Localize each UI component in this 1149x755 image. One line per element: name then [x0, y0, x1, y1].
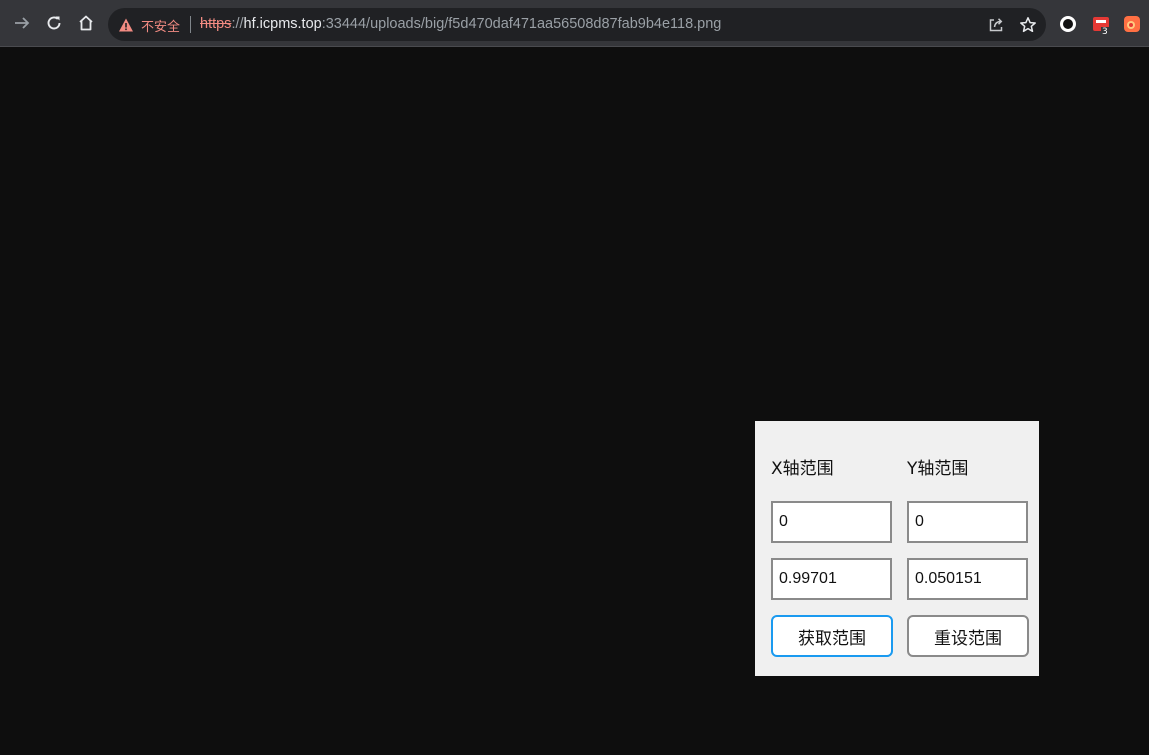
share-icon[interactable] — [987, 16, 1005, 34]
get-range-button[interactable]: 获取范围 — [771, 615, 893, 657]
url-scheme: https — [200, 16, 232, 32]
star-icon[interactable] — [1019, 16, 1037, 34]
url-scheme-separator: :// — [231, 16, 244, 32]
home-icon — [79, 15, 93, 31]
circle-extension-icon[interactable] — [1059, 15, 1077, 33]
warning-icon[interactable] — [118, 17, 134, 33]
home-button[interactable] — [74, 11, 98, 35]
browser-toolbar: 不安全 https://hf.icpms.top:33444/uploads/b… — [0, 0, 1149, 47]
reload-button[interactable] — [42, 11, 66, 35]
orange-extension-icon[interactable] — [1123, 15, 1141, 33]
omnibox-separator — [190, 16, 191, 33]
forward-button[interactable] — [10, 11, 34, 35]
url-path: :33444/uploads/big/f5d470daf471aa56508d8… — [321, 16, 722, 32]
security-status[interactable]: 不安全 — [141, 16, 180, 35]
x-axis-range-label: X轴范围 — [771, 459, 834, 479]
arrow-right-icon — [15, 17, 30, 29]
y-min-input[interactable] — [907, 501, 1028, 543]
extension-badge: 3 — [1101, 27, 1109, 37]
url-host: hf.icpms.top — [243, 16, 322, 32]
reload-icon — [47, 16, 61, 30]
y-max-input[interactable] — [907, 558, 1028, 600]
y-axis-range-label: Y轴范围 — [907, 459, 969, 479]
address-bar[interactable]: 不安全 https://hf.icpms.top:33444/uploads/b… — [108, 8, 1046, 41]
reset-range-button[interactable]: 重设范围 — [907, 615, 1029, 657]
axis-range-panel: X轴范围 Y轴范围 获取范围 重设范围 — [755, 421, 1039, 676]
url-text[interactable]: https://hf.icpms.top:33444/uploads/big/f… — [200, 16, 721, 32]
x-max-input[interactable] — [771, 558, 892, 600]
x-min-input[interactable] — [771, 501, 892, 543]
